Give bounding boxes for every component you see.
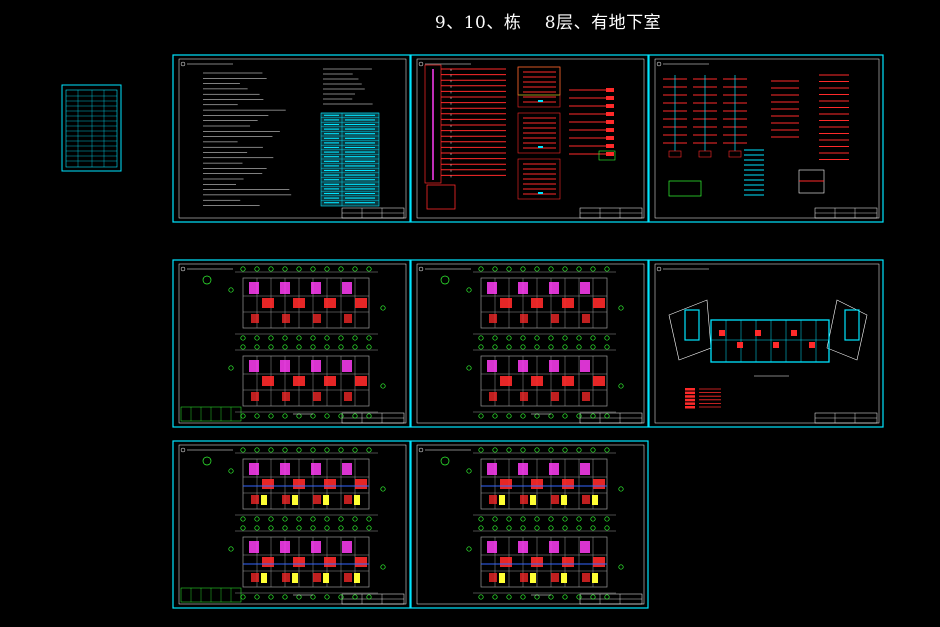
- sheet-floor-plan-4: [410, 440, 649, 609]
- legend-table: [61, 84, 122, 172]
- sheet-design-notes: [172, 54, 411, 223]
- sheet-floor-plan-3: [172, 440, 411, 609]
- sheet-floor-plan-2: [410, 259, 649, 428]
- cad-drawing-canvas[interactable]: [0, 0, 940, 627]
- sheet-basement-plan: [648, 259, 884, 428]
- sheet-riser-diagram-b: [648, 54, 884, 223]
- sheet-riser-diagram-a: [410, 54, 649, 223]
- sheet-floor-plan-1: [172, 259, 411, 428]
